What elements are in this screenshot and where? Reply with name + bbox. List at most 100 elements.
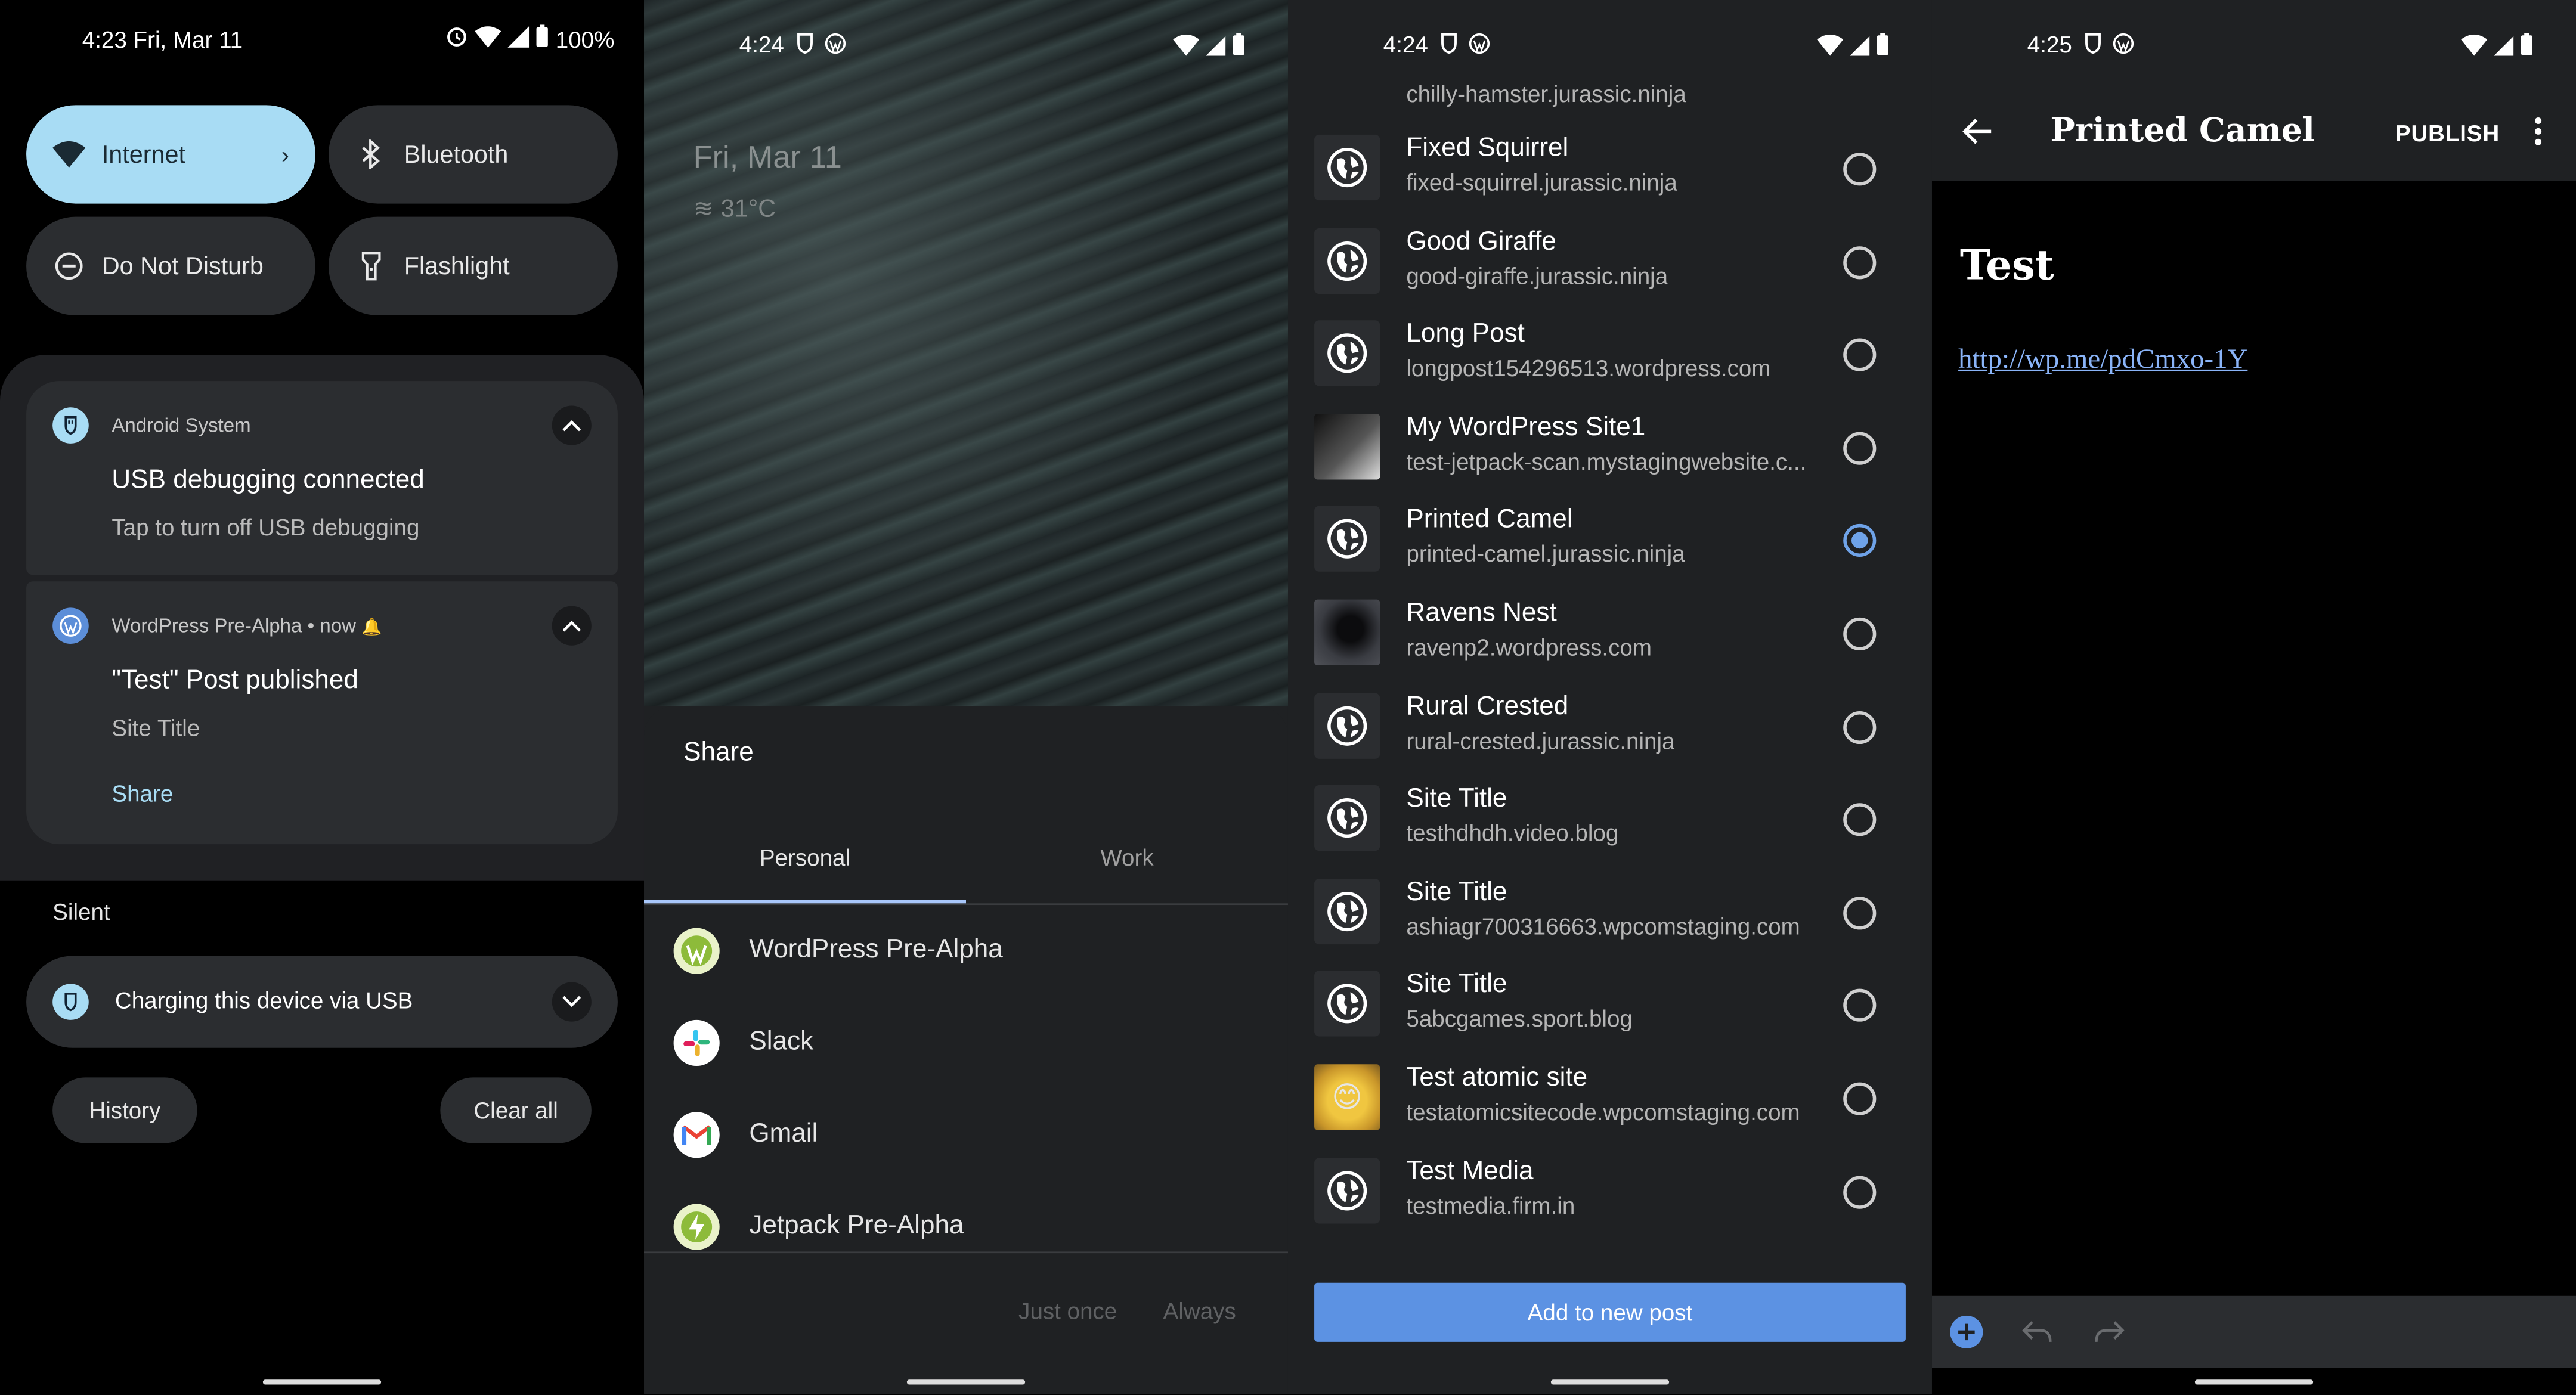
site-name: Rural Crested [1406,692,1569,721]
gesture-nav-bar[interactable] [2194,1380,2314,1385]
site-row[interactable]: Rural Crested rural-crested.jurassic.ninj… [1314,672,1906,764]
site-url: testatomicsitecode.wpcomstaging.com [1406,1099,1800,1126]
notification-charging[interactable]: Charging this device via USB [26,956,618,1048]
site-radio-button[interactable] [1843,1175,1877,1208]
globe-icon [1314,692,1380,758]
undo-icon[interactable] [2022,1320,2052,1351]
bluetooth-icon [355,138,388,170]
just-once-button[interactable]: Just once [1018,1298,1117,1324]
tile-bluetooth[interactable]: Bluetooth [329,105,618,204]
share-app-jetpack[interactable]: Jetpack Pre-Alpha [673,1204,964,1250]
notification-title: USB debugging connected [112,466,425,495]
site-row[interactable]: Ravens Nest ravenp2.wordpress.com [1314,580,1906,672]
site-name: Ravens Nest [1406,599,1557,628]
share-app-slack[interactable]: Slack [673,1019,813,1067]
usb-icon [1439,33,1459,59]
tile-do-not-disturb[interactable]: Do Not Disturb [26,216,315,315]
usb-icon [2083,33,2103,59]
wifi-icon [475,25,501,52]
site-name: Test Media [1406,1157,1534,1186]
always-button[interactable]: Always [1163,1298,1236,1324]
redo-icon[interactable] [2095,1320,2125,1351]
do-not-disturb-icon [52,250,85,283]
add-block-icon[interactable] [1950,1315,1983,1357]
status-time: 4:24 [739,31,784,58]
share-app-wordpress[interactable]: WordPress Pre-Alpha [673,928,1003,974]
globe-icon [1314,971,1380,1037]
status-time: 4:25 [2027,31,2072,58]
chevron-down-icon[interactable] [552,982,592,1022]
site-radio-button[interactable] [1843,153,1877,186]
publish-button[interactable]: PUBLISH [2395,120,2500,146]
chevron-up-icon[interactable] [552,606,592,646]
status-time: 4:24 [1383,31,1428,58]
site-url: good-giraffe.jurassic.ninja [1406,262,1668,289]
notification-usb-debugging[interactable]: Android System USB debugging connected T… [26,381,618,575]
site-row[interactable]: Long Post longpost154296513.wordpress.com [1314,301,1906,393]
more-vertical-icon[interactable] [2533,117,2543,154]
post-editor-panel: 4:25 Printed Camel PUBLISH Test http://w… [1931,0,2576,1395]
tab-divider [643,903,1288,906]
notification-text: Tap to turn off USB debugging [112,514,420,541]
site-url: longpost154296513.wordpress.com [1406,355,1771,382]
tile-internet[interactable]: Internet › [26,105,315,204]
site-row[interactable]: Test Media testmedia.firm.in [1314,1137,1906,1229]
tile-internet-label: Internet [101,140,185,169]
add-to-new-post-button[interactable]: Add to new post [1314,1282,1906,1342]
site-url: ravenp2.wordpress.com [1406,634,1652,661]
battery-icon [536,24,549,52]
site-radio-button[interactable] [1843,1082,1877,1115]
clear-all-button[interactable]: Clear all [440,1077,592,1143]
site-radio-button[interactable] [1843,803,1877,836]
notification-post-published[interactable]: WordPress Pre-Alpha • now 🔔 "Test" Post … [26,581,618,845]
site-row[interactable]: Site Title ashiagr700316663.wpcomstaging.… [1314,858,1906,950]
site-radio-button[interactable] [1843,432,1877,465]
battery-percent: 100% [555,25,615,52]
site-row[interactable]: Fixed Squirrel fixed-squirrel.jurassic.ni… [1314,115,1906,207]
post-title[interactable]: Test [1960,241,2054,289]
chevron-up-icon[interactable] [552,405,592,445]
notification-app-name: WordPress Pre-Alpha • now 🔔 [112,614,382,637]
site-radio-button[interactable] [1843,524,1877,558]
site-radio-button[interactable] [1843,989,1877,1022]
history-button[interactable]: History [52,1077,197,1143]
status-bar: 4:24 [1287,0,1932,82]
chevron-right-icon: › [281,141,289,168]
gesture-nav-bar[interactable] [1550,1380,1670,1385]
editor-app-bar: Printed Camel PUBLISH [1931,82,2576,181]
tab-work[interactable]: Work [966,844,1288,870]
site-row[interactable]: Site Title 5abcgames.sport.blog [1314,951,1906,1043]
site-row[interactable]: Printed Camel printed-camel.jurassic.ninj… [1314,487,1906,579]
notification-shade-panel: 4:23 Fri, Mar 11 100% Internet › Bluetoo… [0,0,644,1395]
share-app-label: WordPress Pre-Alpha [749,936,1003,965]
tab-personal[interactable]: Personal [644,844,966,870]
gesture-nav-bar[interactable] [906,1380,1026,1385]
back-arrow-icon[interactable] [1962,115,1995,156]
notification-app-name: Android System [112,414,251,437]
lock-date: Fri, Mar 11 [693,141,842,176]
post-link[interactable]: http://wp.me/pdCmxo-1Y [1958,343,2247,376]
site-row[interactable]: 😊 Test atomic site testatomicsitecode.wpco… [1314,1044,1906,1136]
site-title: Printed Camel [2050,110,2315,150]
notification-time: now [320,614,357,637]
site-radio-button[interactable] [1843,710,1877,743]
tile-flashlight[interactable]: Flashlight [329,216,618,315]
site-row[interactable]: My WordPress Site1 test-jetpack-scan.myst… [1314,394,1906,486]
site-name: Fixed Squirrel [1406,134,1569,163]
site-url: testmedia.firm.in [1406,1192,1575,1219]
gesture-nav-bar[interactable] [262,1380,382,1385]
share-action-button[interactable]: Share [112,780,173,807]
alarm-icon [445,24,469,52]
site-name: Site Title [1406,878,1507,907]
share-app-gmail[interactable]: Gmail [673,1112,818,1158]
jetpack-icon [673,1204,720,1250]
site-row[interactable]: Good Giraffe good-giraffe.jurassic.ninja [1314,208,1906,300]
site-radio-button[interactable] [1843,617,1877,651]
signal-icon [1206,33,1226,60]
site-radio-button[interactable] [1843,896,1877,929]
site-radio-button[interactable] [1843,246,1877,279]
status-bar: 4:25 [1931,0,2576,82]
site-row[interactable]: Site Title testhdhdh.video.blog [1314,765,1906,857]
site-radio-button[interactable] [1843,339,1877,372]
wordpress-icon [2113,33,2134,59]
